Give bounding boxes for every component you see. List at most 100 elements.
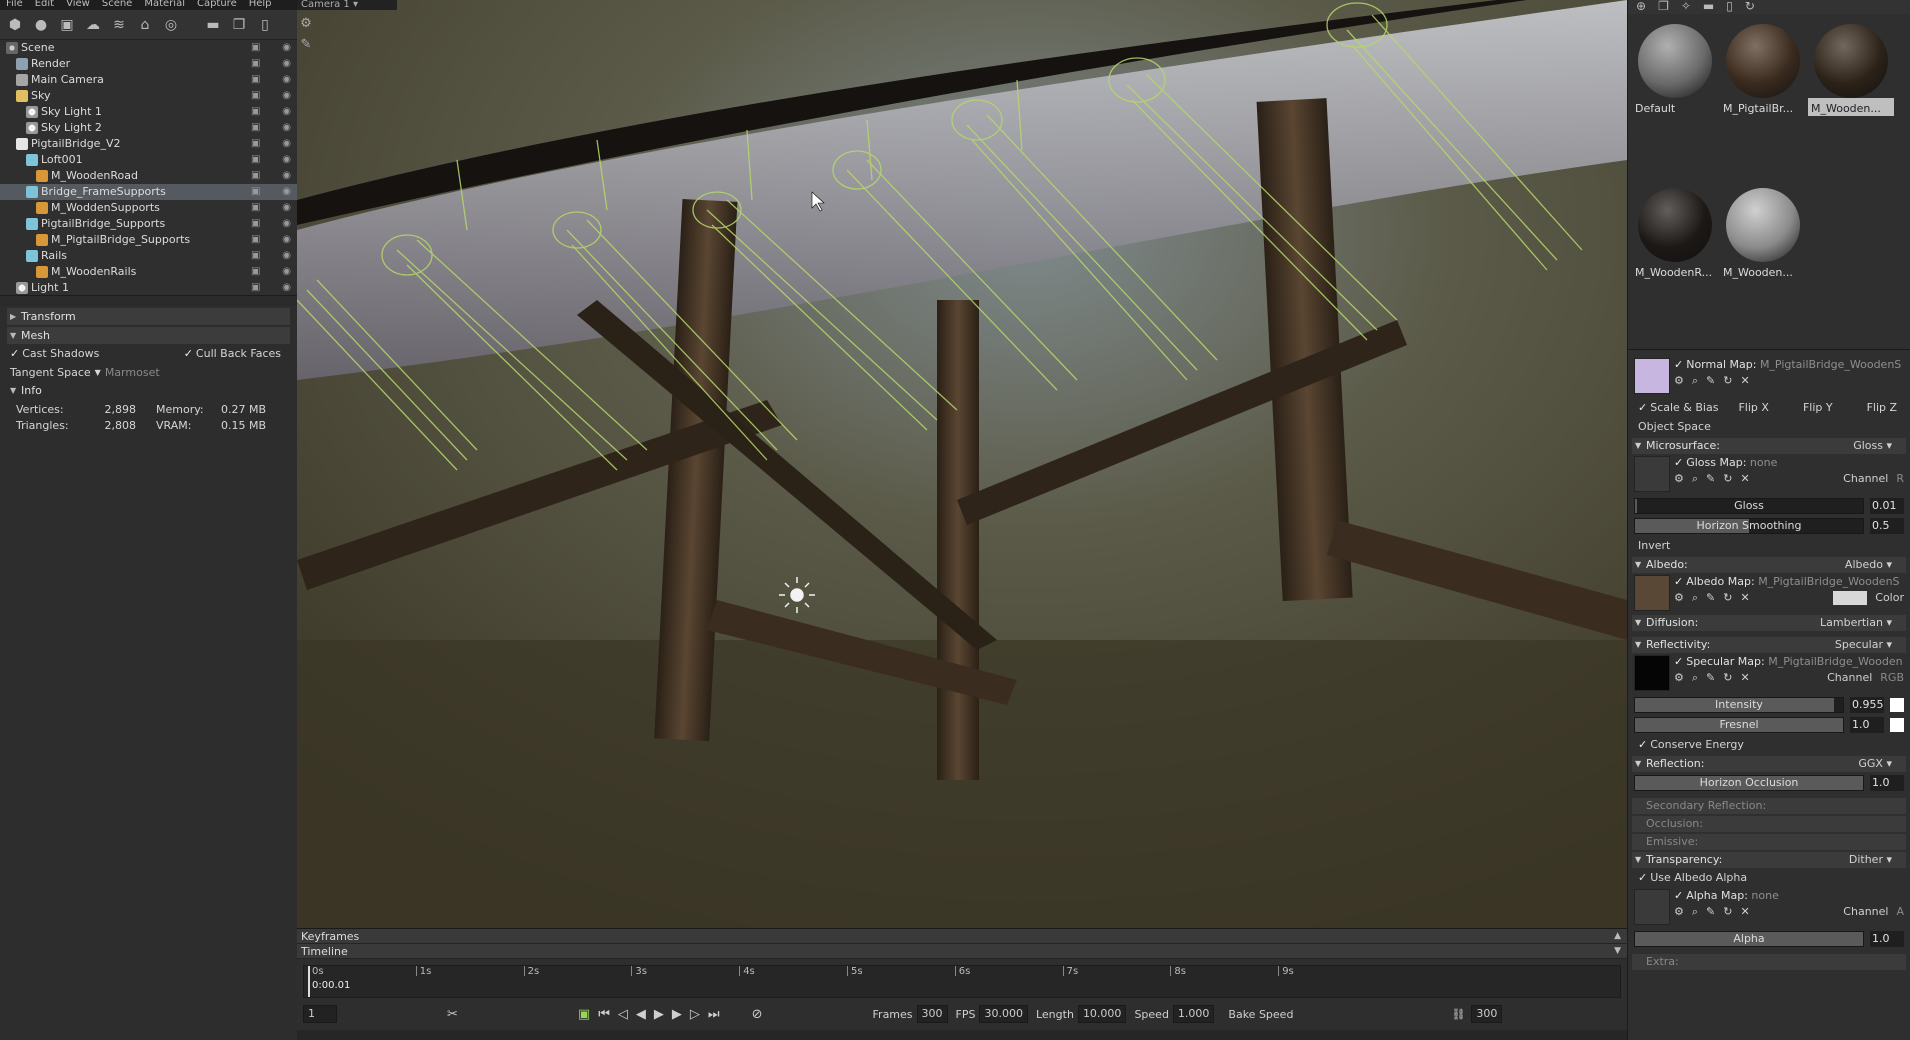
lock-icon[interactable]: ▣ [251,152,260,168]
reflectivity-section-header[interactable]: Reflectivity: Specular [1632,637,1906,653]
next-key-icon[interactable]: ▷ [690,1007,700,1022]
settings-gear-icon[interactable]: ⚙ [1674,671,1684,685]
keyframes-strip[interactable]: Keyframes ▲ [297,929,1627,944]
albedo-section-header[interactable]: Albedo: Albedo [1632,557,1906,573]
lock-icon[interactable]: ▣ [251,232,260,248]
reload-icon[interactable]: ↻ [1723,671,1732,685]
albedo-map-checkbox[interactable]: Albedo Map: [1674,575,1755,588]
visibility-eye-icon[interactable]: ◉ [282,232,291,248]
search-icon[interactable]: ⌕ [1692,374,1698,388]
scene-tree-item[interactable]: Sky ▣ ◉ [0,88,297,104]
visibility-eye-icon[interactable]: ◉ [282,216,291,232]
folder-icon[interactable]: ▬ [202,14,224,36]
albedo-map-thumbnail[interactable] [1634,575,1670,611]
search-icon[interactable]: ⌕ [1692,591,1698,605]
diffusion-section-header[interactable]: Diffusion: Lambertian [1632,615,1906,631]
search-icon[interactable]: ⌕ [1692,905,1698,919]
visibility-eye-icon[interactable]: ◉ [282,40,291,56]
playhead[interactable] [308,966,310,997]
speed-field[interactable]: 1.000 [1172,1005,1215,1023]
close-icon[interactable]: ✕ [1740,905,1749,919]
fresnel-slider[interactable]: Fresnel [1634,716,1844,733]
reload-icon[interactable]: ↻ [1723,472,1732,486]
specular-map-checkbox[interactable]: Specular Map: [1674,655,1765,668]
horizon-occlusion-field[interactable]: 1.0 [1870,774,1904,791]
delete-material-icon[interactable]: ▯ [1726,0,1733,14]
tangent-space-dropdown[interactable]: Marmoset [105,366,160,379]
delete-icon[interactable]: ▯ [254,14,276,36]
menu-item-material[interactable]: Material [138,0,191,9]
bake-speed-button[interactable]: Bake Speed [1228,1008,1293,1021]
transparency-section-header[interactable]: Transparency: Dither [1632,852,1906,868]
timeline-scrollbar[interactable] [297,1030,1627,1040]
pencil-icon[interactable]: ✎ [1706,472,1715,486]
reload-icon[interactable]: ↻ [1723,905,1732,919]
folder-icon[interactable]: ▬ [1703,0,1714,14]
collapse-icon[interactable]: ▼ [1614,944,1621,959]
material-thumbnail[interactable]: M_WoodenR... [1632,187,1718,350]
length-field[interactable]: 10.000 [1077,1005,1127,1023]
loop-mode-icon[interactable]: ⊘ [752,1007,763,1022]
scene-tree-item[interactable]: PigtailBridge_Supports ▣ ◉ [0,216,297,232]
scene-tree-item[interactable]: Sky Light 2 ▣ ◉ [0,120,297,136]
record-icon[interactable]: ▣ [578,1007,590,1022]
scene-tree-item[interactable]: M_PigtailBridge_Supports ▣ ◉ [0,232,297,248]
normal-map-checkbox[interactable]: Normal Map: [1674,358,1756,371]
menu-item-view[interactable]: View [60,0,96,9]
visibility-eye-icon[interactable]: ◉ [282,264,291,280]
add-camera-icon[interactable]: ▣ [56,14,78,36]
fresnel-field[interactable]: 1.0 [1850,716,1884,733]
pencil-icon[interactable]: ✎ [1706,905,1715,919]
horizon-occlusion-slider[interactable]: Horizon Occlusion [1634,774,1864,791]
microsurface-mode-dropdown[interactable]: Gloss [1853,438,1892,454]
albedo-mode-dropdown[interactable]: Albedo [1845,557,1892,573]
pencil-icon[interactable]: ✎ [1706,591,1715,605]
visibility-eye-icon[interactable]: ◉ [282,184,291,200]
lock-icon[interactable]: ▣ [251,200,260,216]
intensity-field[interactable]: 0.955 [1850,696,1884,713]
current-frame-field[interactable]: 1 [303,1005,337,1023]
menu-item-help[interactable]: Help [243,0,278,9]
scene-tree-item[interactable]: Sky Light 1 ▣ ◉ [0,104,297,120]
play-icon[interactable]: ▶ [654,1007,664,1022]
lock-icon[interactable]: ▣ [251,168,260,184]
cull-back-faces-checkbox[interactable]: Cull Back Faces [184,347,281,360]
scene-tree-item[interactable]: PigtailBridge_V2 ▣ ◉ [0,136,297,152]
expand-icon[interactable]: ▲ [1614,929,1621,944]
visibility-eye-icon[interactable]: ◉ [282,248,291,264]
lock-icon[interactable]: ▣ [251,264,260,280]
search-icon[interactable]: ⌕ [1692,472,1698,486]
material-thumbnail[interactable]: M_Wooden... [1720,187,1806,350]
flip-y-checkbox[interactable]: Flip Y [1803,398,1833,417]
scene-tree-item[interactable]: Main Camera ▣ ◉ [0,72,297,88]
add-material-icon[interactable]: ⊕ [1636,0,1646,14]
add-shadow-catcher-icon[interactable]: ⌂ [134,14,156,36]
visibility-eye-icon[interactable]: ◉ [282,56,291,72]
skip-end-icon[interactable]: ⏭ [708,1007,720,1022]
settings-gear-icon[interactable]: ⚙ [300,16,312,31]
visibility-eye-icon[interactable]: ◉ [282,104,291,120]
visibility-eye-icon[interactable]: ◉ [282,280,291,295]
object-space-checkbox[interactable]: Object Space [1638,420,1711,433]
fresnel-color-swatch[interactable] [1890,717,1904,732]
intensity-slider[interactable]: Intensity [1634,696,1844,713]
close-icon[interactable]: ✕ [1740,472,1749,486]
normal-map-thumbnail[interactable] [1634,358,1670,394]
alpha-slider[interactable]: Alpha [1634,930,1864,947]
emissive-section-header[interactable]: Emissive: [1632,834,1906,850]
3d-viewport[interactable] [297,0,1627,928]
lock-icon[interactable]: ▣ [251,280,260,295]
menu-item-edit[interactable]: Edit [29,0,60,9]
lock-icon[interactable]: ▣ [251,136,260,152]
extra-section-header[interactable]: Extra: [1632,954,1906,970]
transform-section-header[interactable]: Transform [7,308,290,325]
albedo-color-swatch[interactable] [1833,591,1868,605]
material-thumbnail[interactable]: Default [1632,24,1718,186]
scene-tree-item[interactable]: Loft001 ▣ ◉ [0,152,297,168]
invert-checkbox[interactable]: Invert [1638,539,1670,552]
settings-gear-icon[interactable]: ⚙ [1674,472,1684,486]
lock-icon[interactable]: ▣ [251,88,260,104]
specular-channel-dropdown[interactable]: RGB [1880,671,1904,685]
visibility-eye-icon[interactable]: ◉ [282,88,291,104]
reload-icon[interactable]: ↻ [1723,591,1732,605]
